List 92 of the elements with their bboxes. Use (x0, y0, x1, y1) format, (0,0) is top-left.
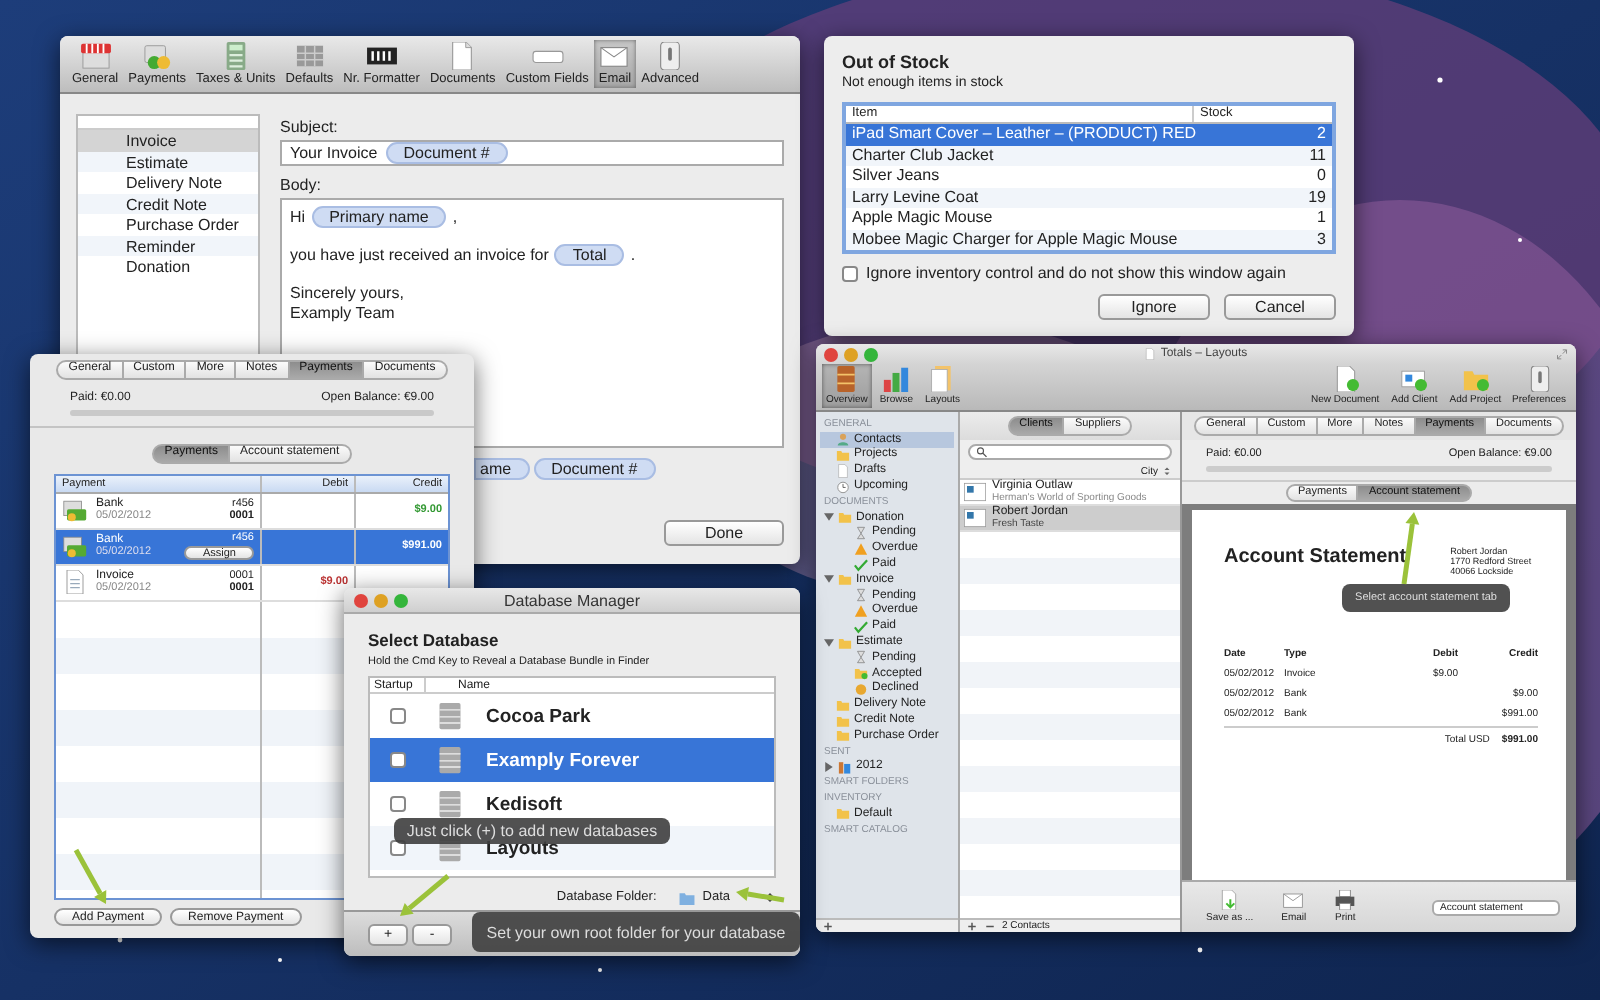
warning-icon (854, 603, 868, 618)
minimize-button[interactable] (374, 593, 388, 607)
folder-icon (838, 572, 852, 587)
database-row[interactable]: Cocoa Park (370, 694, 774, 738)
document-icon (62, 570, 88, 595)
bar-chart-icon (882, 366, 911, 392)
close-button[interactable] (824, 347, 838, 361)
body-label: Body: (280, 176, 323, 194)
resize-icon (1556, 348, 1568, 360)
folder-plus-icon (854, 666, 868, 681)
disclosure-triangle[interactable] (824, 512, 834, 523)
chevrons-icon (764, 888, 776, 906)
database-icon (436, 700, 464, 732)
minimize-button[interactable] (844, 347, 858, 361)
disclosure-triangle[interactable] (824, 637, 834, 648)
database-icon (436, 744, 464, 776)
page-icon (1144, 348, 1157, 360)
plus-icon (966, 920, 978, 932)
envelope-icon (1282, 890, 1305, 910)
checkbox-label: Ignore inventory control and do not show this window again (866, 264, 1286, 282)
section-heading: Select Database (368, 630, 501, 650)
placeholder-token[interactable]: ame (474, 458, 530, 480)
hourglass-icon (854, 588, 868, 603)
folder-icon (838, 510, 852, 525)
folder-icon (838, 635, 852, 650)
storefront-icon (79, 42, 112, 70)
stock-row[interactable]: iPad Smart Cover – Leather – (PRODUCT) RED 2 (846, 124, 1332, 145)
tooltip: Set your own root folder for your database (472, 912, 800, 952)
document-type-item[interactable]: Reminder (78, 235, 258, 256)
close-button[interactable] (354, 593, 368, 607)
person-icon (836, 432, 850, 447)
disclosure-triangle[interactable] (824, 574, 834, 585)
startup-checkbox[interactable] (390, 752, 406, 768)
warning-icon (854, 541, 868, 556)
startup-checkbox[interactable] (390, 708, 406, 724)
pointer-arrow (736, 887, 785, 903)
clock-icon (836, 479, 850, 494)
placeholder-token[interactable]: Document # (533, 458, 656, 480)
stock-row[interactable]: Silver Jeans 0 (846, 166, 1332, 187)
document-type-item[interactable]: Credit Note (78, 193, 258, 214)
document-type-item[interactable]: Invoice (78, 130, 258, 151)
checkbox[interactable] (842, 265, 858, 281)
contact-card-icon (964, 508, 986, 528)
grid-icon (293, 42, 326, 70)
cash-icon (62, 534, 88, 559)
envelope-icon (598, 42, 631, 70)
stock-row[interactable]: Larry Levine Coat 19 (846, 187, 1332, 208)
subject-label: Subject: (280, 118, 340, 136)
coin-icon (854, 681, 868, 696)
statement-title: Account Statement (1224, 546, 1407, 568)
pointer-arrow (400, 874, 450, 916)
minus-icon (984, 920, 996, 932)
printer-icon (1334, 890, 1357, 910)
card-plus-icon (1400, 366, 1429, 392)
search-field[interactable] (968, 444, 1172, 460)
hourglass-icon (854, 525, 868, 540)
plus-icon (822, 920, 834, 932)
books-icon (838, 759, 852, 774)
startup-checkbox[interactable] (390, 796, 406, 812)
dialog-button[interactable]: Ignore (1098, 294, 1210, 320)
coins-icon (141, 42, 174, 70)
database-row[interactable]: Examply Forever (370, 738, 774, 782)
document-type-item[interactable]: Estimate (78, 151, 258, 172)
page-icon (836, 463, 850, 478)
dialog-button[interactable]: Cancel (1224, 294, 1336, 320)
zoom-button[interactable] (864, 347, 878, 361)
dialog-title: Out of Stock (842, 52, 951, 72)
cash-icon (62, 498, 88, 523)
disclosure-triangle[interactable] (824, 761, 834, 772)
zoom-button[interactable] (394, 593, 408, 607)
search-icon (976, 446, 988, 458)
folder-icon (836, 447, 850, 462)
folder-icon (836, 806, 850, 821)
document-plus-icon (1331, 366, 1360, 392)
window-title: Database Manager (501, 591, 643, 609)
cabinet-icon (832, 366, 861, 392)
hourglass-icon (854, 650, 868, 665)
pages-icon (928, 366, 957, 392)
subject-field[interactable]: Your Invoice Document # (280, 140, 784, 166)
save-icon (1218, 890, 1241, 910)
stock-row[interactable]: Mobee Magic Charger for Apple Magic Mouse 3 (846, 229, 1332, 250)
counter-icon (365, 42, 398, 70)
check-icon (854, 619, 868, 634)
done-button[interactable]: Done (664, 520, 784, 546)
stock-row[interactable]: Apple Magic Mouse 1 (846, 208, 1332, 229)
database-icon (436, 788, 464, 820)
folder-plus-icon (1461, 366, 1490, 392)
folder-icon (678, 889, 697, 905)
stock-row[interactable]: Charter Club Jacket 11 (846, 145, 1332, 166)
tooltip: Just click (+) to add new databases (394, 818, 670, 844)
pointer-arrow (73, 848, 107, 904)
check-icon (854, 557, 868, 572)
